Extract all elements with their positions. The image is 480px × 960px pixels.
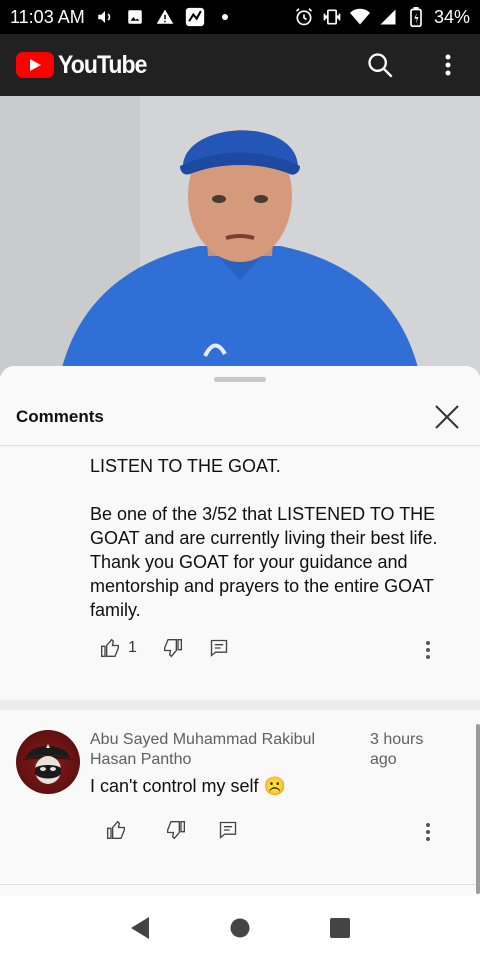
vibrate-icon: [322, 7, 342, 27]
comment-1-line-1: LISTEN TO THE GOAT.: [90, 456, 281, 476]
thumbs-down-icon: [163, 639, 182, 658]
comment-1-more-button[interactable]: [418, 638, 438, 662]
comment-1-body: LISTEN TO THE GOAT. Be one of the 3/52 t…: [90, 454, 460, 646]
close-icon: [435, 404, 459, 429]
thumbs-up-icon: [101, 638, 119, 657]
video-player[interactable]: [0, 96, 480, 376]
sheet-title: Comments: [16, 406, 104, 426]
back-icon: [131, 917, 149, 939]
app-notification-icon: [185, 7, 205, 27]
warning-icon: [155, 7, 175, 27]
reply-icon: [210, 639, 228, 657]
image-icon: [125, 7, 145, 27]
battery-icon: [406, 7, 426, 27]
comment-2-timestamp: 3 hours ago: [370, 731, 424, 768]
alarm-icon: [294, 7, 314, 27]
more-options-button[interactable]: [432, 49, 464, 81]
battery-percent: 34%: [433, 6, 470, 27]
wifi-icon: [349, 7, 370, 27]
avatar-skull-cowboy-icon: [22, 744, 74, 784]
scrollbar[interactable]: [476, 724, 480, 894]
more-vert-icon: [426, 641, 430, 659]
recents-button[interactable]: [320, 908, 360, 948]
comment-2-author[interactable]: Abu Sayed Muhammad Rakibul Hasan Pantho: [90, 730, 365, 770]
app-bar: YouTube: [0, 34, 480, 96]
comment-2-like-button[interactable]: [106, 820, 134, 840]
more-vert-icon: [445, 54, 451, 76]
search-button[interactable]: [364, 49, 396, 81]
recents-icon: [330, 918, 350, 938]
search-icon: [368, 53, 393, 78]
youtube-logo[interactable]: YouTube: [16, 51, 154, 80]
volume-icon: [95, 7, 115, 27]
comments-sheet: Comments LISTEN TO THE GOAT. Be one of t…: [0, 366, 480, 896]
comment-2-actions: [106, 820, 238, 840]
status-time: 11:03 AM: [10, 6, 85, 27]
comment-2-dislike-button[interactable]: [166, 820, 186, 840]
navigation-bar: [0, 896, 480, 960]
sheet-header: Comments: [0, 388, 480, 446]
comment-divider: [0, 700, 480, 710]
video-frame-person: [0, 96, 480, 376]
thumbs-down-icon: [167, 821, 185, 840]
comment-1-dislike-button[interactable]: [163, 638, 183, 658]
drag-handle[interactable]: [214, 377, 266, 382]
comment-1-line-2: Be one of the 3/52 that LISTENED TO THE …: [90, 504, 438, 620]
comment-1-like-count: 1: [128, 639, 137, 656]
home-icon: [230, 918, 250, 938]
comment-2-more-button[interactable]: [418, 820, 438, 844]
play-logo-icon: [16, 52, 54, 78]
home-button[interactable]: [220, 908, 260, 948]
reply-icon: [219, 821, 237, 839]
comment-1-reply-button[interactable]: [209, 638, 229, 658]
brand-name: YouTube: [58, 50, 147, 79]
comment-1-like-button[interactable]: 1: [100, 638, 137, 658]
status-bar: 11:03 AM 34%: [0, 0, 480, 34]
back-button[interactable]: [120, 908, 160, 948]
comment-divider: [0, 884, 480, 885]
comment-2-text: I can't control my self ☹️: [90, 776, 286, 796]
thumbs-up-icon: [107, 820, 125, 839]
signal-icon: [378, 7, 398, 27]
comment-2-reply-button[interactable]: [218, 820, 238, 840]
comment-1-actions: 1: [100, 638, 229, 658]
commenter-avatar[interactable]: [16, 730, 80, 794]
more-vert-icon: [426, 823, 430, 841]
dot-icon: [215, 7, 235, 27]
close-button[interactable]: [430, 400, 464, 434]
